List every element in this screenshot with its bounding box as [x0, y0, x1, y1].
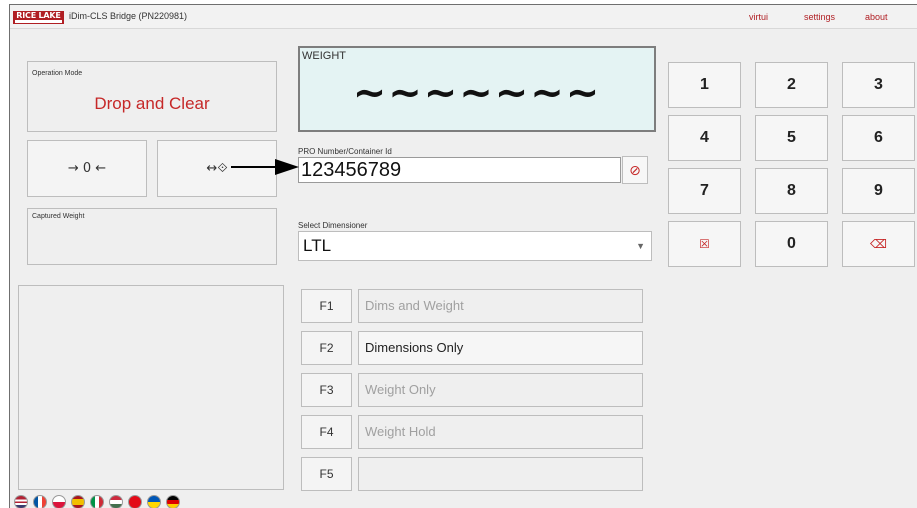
fkey-f4[interactable]: F4: [301, 415, 352, 449]
flag-pl-icon[interactable]: [52, 495, 66, 508]
keypad-5[interactable]: 5: [755, 115, 828, 161]
zero-button[interactable]: → 0 ←: [27, 140, 147, 197]
pro-number-label: PRO Number/Container Id: [298, 147, 392, 156]
pro-number-clear-button[interactable]: ⊘: [622, 156, 648, 184]
keypad-3[interactable]: 3: [842, 62, 915, 108]
fkey-f1[interactable]: F1: [301, 289, 352, 323]
app-title: iDim-CLS Bridge (PN220981): [69, 11, 188, 21]
operation-mode-value: Drop and Clear: [94, 94, 210, 113]
target-arrow-icon: ↔⟐: [206, 161, 228, 176]
operation-mode-button[interactable]: Operation Mode Drop and Clear: [27, 61, 277, 132]
weight-label: WEIGHT: [302, 50, 346, 62]
dimensioner-label: Select Dimensioner: [298, 221, 368, 230]
fkey-f2[interactable]: F2: [301, 331, 352, 365]
operation-mode-label: Operation Mode: [32, 70, 83, 77]
app-window: RICE LAKE iDim-CLS Bridge (PN220981) vir…: [9, 4, 917, 508]
captured-weight-panel: Captured Weight: [27, 208, 277, 265]
keypad-1[interactable]: 1: [668, 62, 741, 108]
info-panel: [18, 285, 284, 490]
fkey-f4-button[interactable]: Weight Hold: [358, 415, 643, 449]
clear-x-icon: ☒: [699, 237, 710, 251]
menu-about[interactable]: about: [865, 12, 888, 22]
flag-de-icon[interactable]: [166, 495, 180, 508]
fkey-f3[interactable]: F3: [301, 373, 352, 407]
fkey-f5[interactable]: F5: [301, 457, 352, 491]
keypad-clear-button[interactable]: ☒: [668, 221, 741, 267]
zero-icon: → 0 ←: [67, 161, 107, 176]
backspace-icon: ⌫: [870, 237, 887, 251]
menu-settings[interactable]: settings: [804, 12, 835, 22]
captured-weight-label: Captured Weight: [32, 213, 85, 220]
flag-es-icon[interactable]: [71, 495, 85, 508]
flag-ua-icon[interactable]: [147, 495, 161, 508]
keypad-0[interactable]: 0: [755, 221, 828, 267]
menu-virtui[interactable]: virtui: [749, 12, 768, 22]
flag-hu-icon[interactable]: [109, 495, 123, 508]
weight-value: ~~~~~~~: [352, 70, 602, 116]
flag-us-icon[interactable]: [14, 495, 28, 508]
dimensioner-select[interactable]: LTL ▼: [298, 231, 652, 261]
pro-number-input[interactable]: 123456789: [298, 157, 621, 183]
keypad-4[interactable]: 4: [668, 115, 741, 161]
title-bar: RICE LAKE iDim-CLS Bridge (PN220981) vir…: [10, 5, 917, 29]
eraser-icon: ⊘: [629, 162, 641, 178]
keypad-7[interactable]: 7: [668, 168, 741, 214]
keypad-2[interactable]: 2: [755, 62, 828, 108]
callout-arrow: [231, 159, 299, 175]
keypad-backspace-button[interactable]: ⌫: [842, 221, 915, 267]
keypad-6[interactable]: 6: [842, 115, 915, 161]
dimensioner-value: LTL: [303, 236, 332, 255]
fkey-f5-button[interactable]: [358, 457, 643, 491]
rice-lake-logo: RICE LAKE: [13, 11, 64, 24]
keypad-8[interactable]: 8: [755, 168, 828, 214]
flag-fr-icon[interactable]: [33, 495, 47, 508]
flag-tr-icon[interactable]: [128, 495, 142, 508]
keypad-9[interactable]: 9: [842, 168, 915, 214]
chevron-down-icon: ▼: [636, 241, 645, 251]
fkey-f1-button[interactable]: Dims and Weight: [358, 289, 643, 323]
weight-display: WEIGHT ~~~~~~~: [298, 46, 656, 132]
flag-it-icon[interactable]: [90, 495, 104, 508]
fkey-f2-button[interactable]: Dimensions Only: [358, 331, 643, 365]
fkey-f3-button[interactable]: Weight Only: [358, 373, 643, 407]
